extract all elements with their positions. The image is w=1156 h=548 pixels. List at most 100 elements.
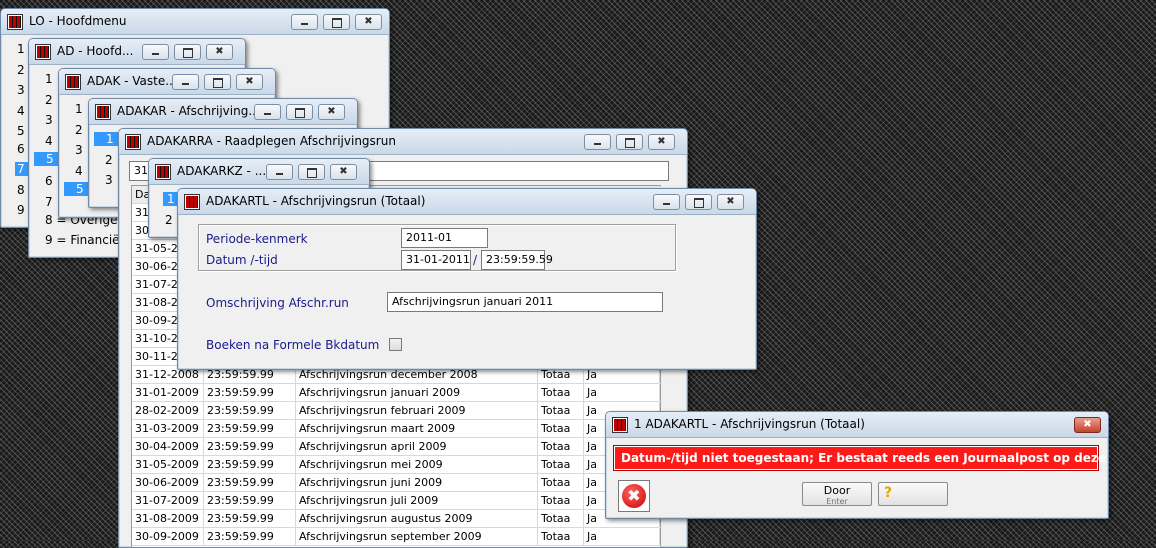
datum-tijd-label: Datum /-tijd bbox=[206, 253, 278, 267]
minimize-button[interactable] bbox=[266, 164, 293, 180]
ad-menu-item[interactable]: 2 bbox=[45, 93, 53, 107]
cell-flag: Ja bbox=[584, 528, 660, 546]
cell-date: 28-02-2009 bbox=[132, 402, 204, 420]
table-row[interactable]: 31-03-2009 23:59:59.99 Afschrijvingsrun … bbox=[132, 420, 662, 438]
adakar-menu-item-selected[interactable]: 1 bbox=[94, 132, 118, 146]
lo-menu-item[interactable]: 8 bbox=[17, 183, 25, 197]
cell-type: Totaa bbox=[538, 474, 584, 492]
adak-menu-item[interactable]: 3 bbox=[75, 143, 83, 157]
lo-title: LO - Hoofdmenu bbox=[29, 14, 127, 28]
adakartl-window[interactable]: ADAKARTL - Afschrijvingsrun (Totaal) Per… bbox=[177, 188, 757, 370]
maximize-button[interactable] bbox=[174, 44, 201, 60]
door-button[interactable]: Door Enter bbox=[802, 482, 872, 506]
adakarkz-titlebar[interactable]: ADAKARKZ - ... bbox=[149, 159, 369, 185]
lo-menu-item[interactable]: 9 bbox=[17, 203, 25, 217]
cell-date: 30-04-2009 bbox=[132, 438, 204, 456]
ad-menu-item[interactable]: 4 bbox=[45, 134, 53, 148]
maximize-button[interactable] bbox=[286, 104, 313, 120]
close-button[interactable] bbox=[330, 164, 357, 180]
cell-date: 31-05-2009 bbox=[132, 456, 204, 474]
lo-titlebar[interactable]: LO - Hoofdmenu bbox=[1, 9, 389, 35]
adakar-menu-item[interactable]: 3 bbox=[105, 173, 113, 187]
adakarkz-menu-item[interactable]: 2 bbox=[165, 213, 173, 227]
lo-menu-item[interactable]: 5 bbox=[17, 124, 25, 138]
adakar-title: ADAKAR - Afschrijving... bbox=[117, 104, 260, 118]
minimize-button[interactable] bbox=[291, 14, 318, 30]
maximize-button[interactable] bbox=[204, 74, 231, 90]
close-button[interactable] bbox=[236, 74, 263, 90]
adak-titlebar[interactable]: ADAK - Vaste... bbox=[59, 69, 275, 95]
help-icon: ? bbox=[884, 485, 893, 501]
lo-menu-item[interactable]: 2 bbox=[17, 63, 25, 77]
lo-menu-item[interactable]: 3 bbox=[17, 83, 25, 97]
table-row[interactable]: 31-07-2009 23:59:59.99 Afschrijvingsrun … bbox=[132, 492, 662, 510]
close-button[interactable] bbox=[355, 14, 382, 30]
ad-menu-item[interactable]: 3 bbox=[45, 113, 53, 127]
ad-menu-item[interactable]: 9 = Financiël bbox=[45, 233, 123, 247]
ad-titlebar[interactable]: AD - Hoofd... bbox=[29, 39, 245, 65]
lo-menu-item[interactable]: 4 bbox=[17, 104, 25, 118]
table-row[interactable]: 30-06-2009 23:59:59.99 Afschrijvingsrun … bbox=[132, 474, 662, 492]
cell-flag: Ja bbox=[584, 384, 660, 402]
cell-description: Afschrijvingsrun januari 2009 bbox=[296, 384, 538, 402]
lo-menu-item[interactable]: 1 bbox=[17, 42, 25, 56]
cell-description: Afschrijvingsrun september 2009 bbox=[296, 528, 538, 546]
adakar-titlebar[interactable]: ADAKAR - Afschrijving... bbox=[89, 99, 357, 125]
close-button[interactable] bbox=[717, 194, 744, 210]
adakartl-title: ADAKARTL - Afschrijvingsrun (Totaal) bbox=[206, 194, 426, 208]
cell-time: 23:59:59.99 bbox=[204, 456, 296, 474]
table-row[interactable]: 28-02-2009 23:59:59.99 Afschrijvingsrun … bbox=[132, 402, 662, 420]
close-button[interactable] bbox=[648, 134, 675, 150]
close-button[interactable] bbox=[1074, 417, 1101, 433]
dialog-titlebar[interactable]: 1 ADAKARTL - Afschrijvingsrun (Totaal) bbox=[606, 412, 1108, 438]
adak-menu-item-selected[interactable]: 5 bbox=[64, 182, 88, 196]
maximize-button[interactable] bbox=[323, 14, 350, 30]
adakarra-title: ADAKARRA - Raadplegen Afschrijvingsrun bbox=[147, 134, 396, 148]
periode-kenmerk-field[interactable]: 2011-01 bbox=[401, 228, 488, 248]
adak-menu-item[interactable]: 2 bbox=[75, 123, 83, 137]
cell-time: 23:59:59.99 bbox=[204, 420, 296, 438]
boeken-checkbox[interactable] bbox=[389, 338, 402, 351]
datum-field[interactable]: 31-01-2011 bbox=[401, 250, 471, 270]
table-row[interactable]: 30-09-2009 23:59:59.99 Afschrijvingsrun … bbox=[132, 528, 662, 546]
minimize-button[interactable] bbox=[254, 104, 281, 120]
adakar-menu-item[interactable]: 2 bbox=[105, 153, 113, 167]
minimize-button[interactable] bbox=[584, 134, 611, 150]
minimize-button[interactable] bbox=[653, 194, 680, 210]
lo-menu-item[interactable]: 6 bbox=[17, 142, 25, 156]
minimize-button[interactable] bbox=[172, 74, 199, 90]
cell-time: 23:59:59.99 bbox=[204, 492, 296, 510]
maximize-button[interactable] bbox=[298, 164, 325, 180]
app-logo-icon bbox=[35, 44, 51, 60]
table-row[interactable]: 31-05-2009 23:59:59.99 Afschrijvingsrun … bbox=[132, 456, 662, 474]
adak-title: ADAK - Vaste... bbox=[87, 74, 177, 88]
tijd-field[interactable]: 23:59:59.59 bbox=[481, 250, 553, 270]
adak-menu-item[interactable]: 1 bbox=[75, 102, 83, 116]
cell-date: 30-09-2009 bbox=[132, 528, 204, 546]
cell-type: Totaa bbox=[538, 384, 584, 402]
app-logo-icon bbox=[155, 164, 171, 180]
error-dialog[interactable]: 1 ADAKARTL - Afschrijvingsrun (Totaal) D… bbox=[605, 411, 1109, 519]
app-logo-icon bbox=[184, 194, 200, 210]
adakartl-titlebar[interactable]: ADAKARTL - Afschrijvingsrun (Totaal) bbox=[178, 189, 756, 215]
table-row[interactable]: 30-04-2009 23:59:59.99 Afschrijvingsrun … bbox=[132, 438, 662, 456]
error-message: Datum-/tijd niet toegestaan; Er bestaat … bbox=[621, 451, 1109, 465]
omschrijving-field[interactable]: Afschrijvingsrun januari 2011 bbox=[387, 292, 663, 312]
close-button[interactable] bbox=[318, 104, 345, 120]
ad-menu-item[interactable]: 6 bbox=[45, 174, 53, 188]
help-button[interactable]: ? bbox=[878, 482, 948, 506]
ad-menu-item[interactable]: 7 bbox=[45, 195, 53, 209]
maximize-button[interactable] bbox=[685, 194, 712, 210]
adakarra-titlebar[interactable]: ADAKARRA - Raadplegen Afschrijvingsrun bbox=[119, 129, 687, 155]
cell-type: Totaa bbox=[538, 510, 584, 528]
minimize-button[interactable] bbox=[142, 44, 169, 60]
table-row[interactable]: 31-08-2009 23:59:59.99 Afschrijvingsrun … bbox=[132, 510, 662, 528]
boeken-label: Boeken na Formele Bkdatum bbox=[206, 338, 380, 352]
maximize-button[interactable] bbox=[616, 134, 643, 150]
table-row[interactable]: 31-01-2009 23:59:59.99 Afschrijvingsrun … bbox=[132, 384, 662, 402]
close-button[interactable] bbox=[206, 44, 233, 60]
ad-menu-item[interactable]: 1 bbox=[45, 72, 53, 86]
adak-menu-item[interactable]: 4 bbox=[75, 164, 83, 178]
cell-type: Totaa bbox=[538, 456, 584, 474]
ad-menu-item-selected[interactable]: 5 bbox=[34, 152, 59, 166]
